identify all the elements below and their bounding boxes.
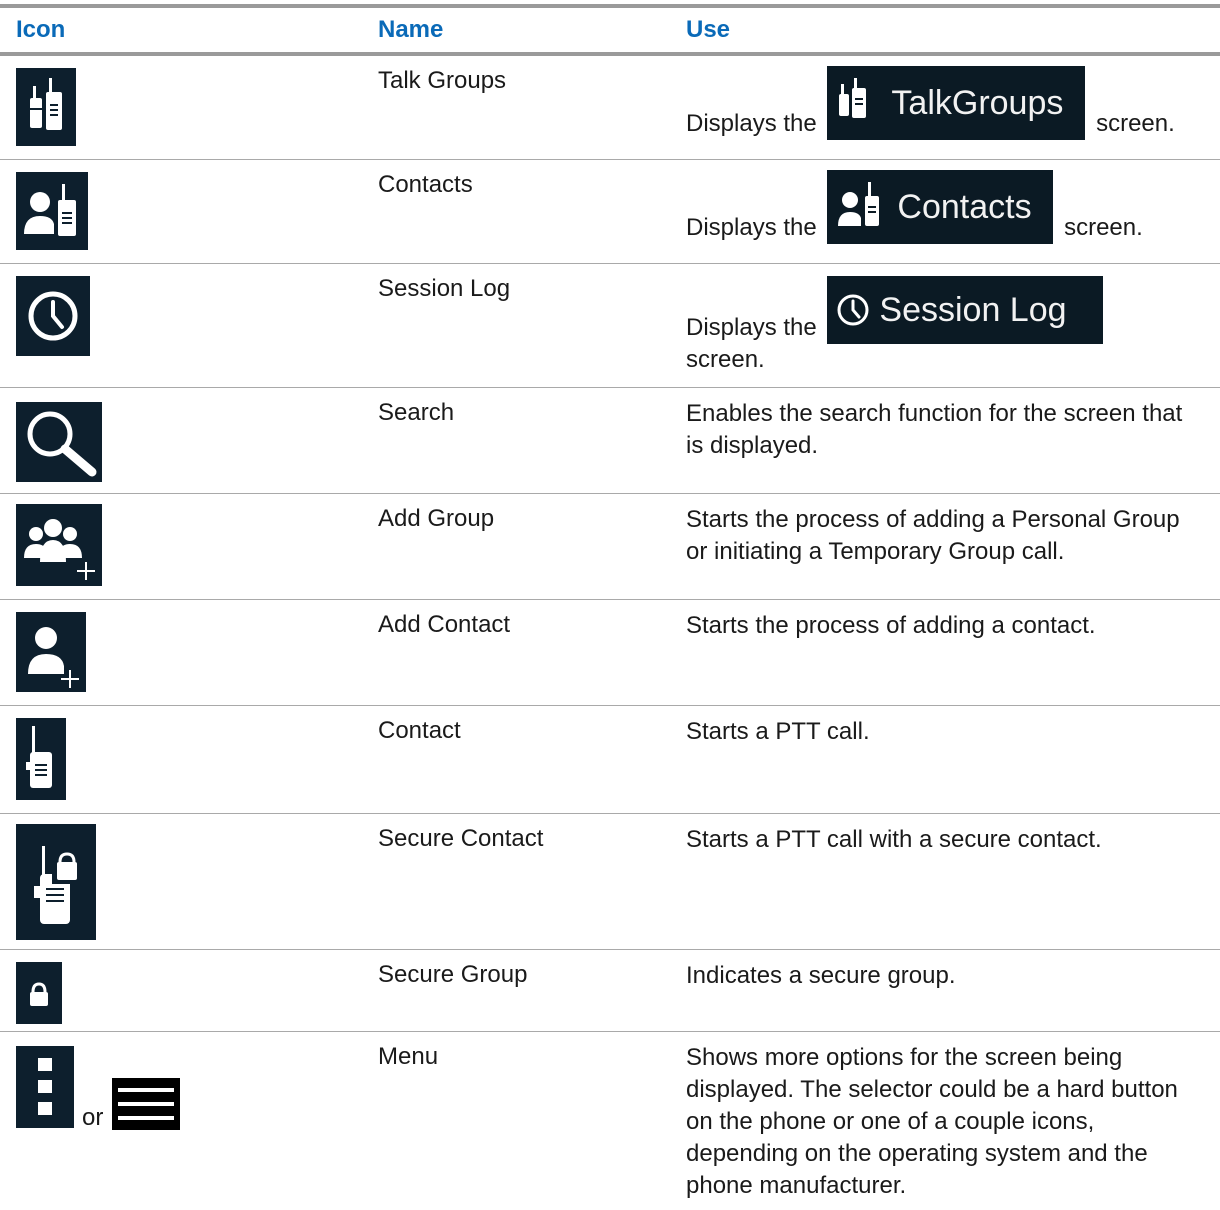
- row-name: Contact: [378, 717, 461, 744]
- session-log-screen-banner: Session Log: [827, 276, 1104, 344]
- row-name: Menu: [378, 1043, 439, 1070]
- header-name: Name: [378, 16, 444, 43]
- header-icon: Icon: [16, 16, 66, 43]
- table-row: Session Log Displays the Session Log scr…: [0, 264, 1220, 388]
- table-row: Contact Starts a PTT call.: [0, 706, 1220, 814]
- contacts-person-radio-icon: [16, 172, 88, 250]
- header-use: Use: [686, 16, 731, 43]
- table-row: Add Group Starts the process of adding a…: [0, 494, 1220, 600]
- row-name: Contacts: [378, 171, 473, 198]
- table-row: Talk Groups Displays the TalkGroups scre…: [0, 56, 1220, 160]
- talkgroups-screen-banner: TalkGroups: [827, 66, 1086, 140]
- secure-radio-contact-icon: [16, 824, 96, 940]
- row-use: Displays the Session Log screen.: [686, 276, 1206, 376]
- row-use: Starts the process of adding a Personal …: [686, 506, 1180, 565]
- row-name: Add Contact: [378, 611, 511, 638]
- row-name: Add Group: [378, 505, 495, 532]
- row-use: Starts a PTT call.: [686, 718, 870, 745]
- row-name: Search: [378, 399, 455, 426]
- row-use: Displays the TalkGroups screen.: [686, 66, 1206, 140]
- talkgroups-radio-icon: [16, 68, 76, 146]
- row-name: Secure Group: [378, 961, 528, 988]
- screen-banner-label: TalkGroups: [891, 84, 1064, 122]
- row-use: Starts a PTT call with a secure contact.: [686, 826, 1102, 853]
- lock-icon: [16, 962, 62, 1024]
- row-use: Displays the Contacts screen.: [686, 170, 1206, 244]
- table-row: Secure Group Indicates a secure group.: [0, 950, 1220, 1032]
- add-contact-icon: [16, 612, 86, 692]
- contacts-screen-banner: Contacts: [827, 170, 1054, 244]
- table-row: or Menu Shows more options for the scree…: [0, 1032, 1220, 1210]
- row-name: Secure Contact: [378, 825, 544, 852]
- table-row: Search Enables the search function for t…: [0, 388, 1220, 494]
- row-use: Starts the process of adding a contact.: [686, 612, 1096, 639]
- row-name: Session Log: [378, 275, 511, 302]
- screen-banner-label: Session Log: [879, 291, 1067, 329]
- row-use: Indicates a secure group.: [686, 962, 956, 989]
- row-use: Enables the search function for the scre…: [686, 400, 1183, 459]
- row-use: Shows more options for the screen being …: [686, 1044, 1178, 1199]
- row-name: Talk Groups: [378, 67, 507, 94]
- table-row: Contacts Displays the Contacts screen.: [0, 160, 1220, 264]
- or-text: or: [82, 1104, 104, 1131]
- radio-contact-icon: [16, 718, 66, 800]
- clock-icon: [16, 276, 90, 356]
- table-row: Secure Contact Starts a PTT call with a …: [0, 814, 1220, 950]
- add-group-icon: [16, 504, 102, 586]
- table-row: Add Contact Starts the process of adding…: [0, 600, 1220, 706]
- hamburger-menu-icon: [112, 1078, 180, 1130]
- search-icon: [16, 402, 102, 482]
- table-header: Icon Name Use: [0, 8, 1220, 52]
- screen-banner-label: Contacts: [897, 188, 1032, 226]
- kebab-menu-icon: [16, 1046, 74, 1128]
